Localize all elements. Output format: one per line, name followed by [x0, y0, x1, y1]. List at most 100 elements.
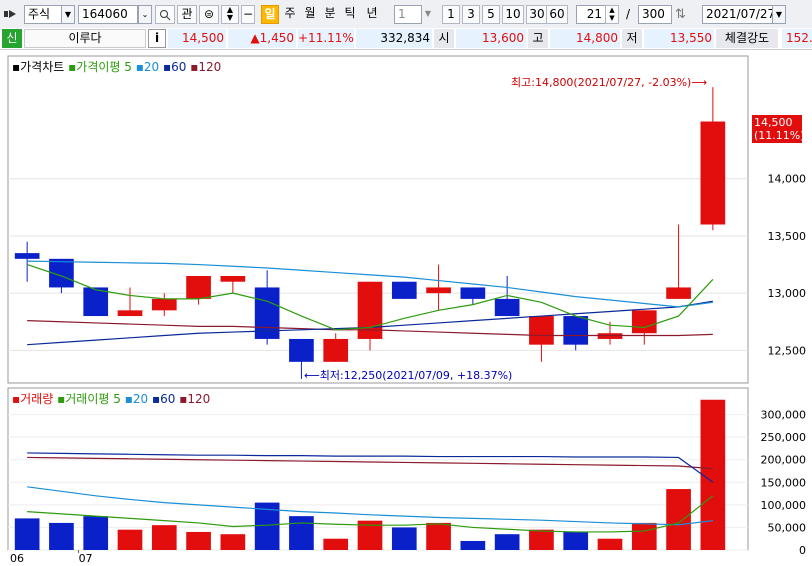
volume-bar — [49, 522, 74, 550]
current-price: 14,500 — [168, 29, 226, 48]
x-tick-label: 06 — [10, 552, 24, 565]
stock-name[interactable]: 이루다 — [24, 29, 146, 48]
chart-list-icon[interactable] — [4, 8, 20, 20]
navigate-icon[interactable]: ⊜ — [199, 5, 219, 24]
price-ma5-label: 5 — [124, 60, 132, 74]
candle-body — [563, 316, 589, 345]
code-input[interactable]: 164060 — [78, 5, 138, 24]
candle-body — [426, 287, 451, 294]
high-value: 14,800 — [550, 29, 620, 48]
max-count-input[interactable]: 300 — [638, 5, 672, 24]
price-legend: ▪가격차트 ▪가격이평 5 ▪20 ▪60 ▪120 — [12, 60, 222, 74]
slash-label: / — [626, 7, 631, 21]
volume-tick-label: 300,000 — [761, 409, 807, 422]
volume-tick-label: 100,000 — [761, 499, 807, 512]
price-tick-label: 13,500 — [768, 230, 807, 243]
volume-bar — [289, 516, 314, 550]
price-tick-label: 13,000 — [768, 287, 807, 300]
volume-bar — [460, 540, 486, 550]
change-percent: +11.11% — [298, 29, 354, 48]
high-label: 고 — [528, 29, 548, 48]
volume-tick-label: 0 — [799, 544, 806, 557]
tab-month[interactable]: 월 — [301, 5, 319, 24]
related-button[interactable]: 관 — [177, 5, 197, 24]
date-input[interactable]: 2021/07/27 — [702, 5, 774, 24]
candle-body — [117, 310, 143, 317]
credit-badge: 신 — [2, 29, 22, 48]
interval-1-button[interactable]: 1 — [442, 5, 460, 24]
chevron-down-icon[interactable]: ▼ — [772, 5, 786, 24]
chevron-down-icon[interactable]: ⌄ — [138, 5, 152, 24]
volume-tick-label: 250,000 — [761, 431, 807, 444]
price-tick-label: 14,000 — [768, 173, 807, 186]
price-ma60-label: 60 — [171, 60, 187, 74]
last-price-value: 14,500 — [754, 116, 793, 129]
volume-tick-label: 200,000 — [761, 454, 807, 467]
last-price-marker: 14,500 (11.11%) — [752, 115, 805, 143]
tab-week[interactable]: 주 — [281, 5, 299, 24]
tab-tick[interactable]: 틱 — [341, 5, 359, 24]
volume-bar — [186, 531, 211, 550]
interval-select[interactable]: 1 — [394, 5, 422, 24]
volume-bar — [494, 534, 520, 550]
volume-tick-label: 150,000 — [761, 476, 807, 489]
volume-bar — [117, 529, 143, 550]
tab-year[interactable]: 년 — [361, 5, 383, 24]
chevron-down-icon[interactable]: ▼ — [421, 5, 435, 24]
toolbar: 주식 ▼ 164060 ⌄ 관 ⊜ ▲ ▼ − 일 주 월 분 틱 년 1 ▼ 1… — [0, 0, 812, 29]
interval-30-button[interactable]: 30 — [526, 5, 548, 24]
interval-10-button[interactable]: 10 — [502, 5, 524, 24]
volume-tick-label: 50,000 — [768, 521, 807, 534]
strength-label: 체결강도 — [716, 29, 778, 48]
price-ma20-label: 20 — [143, 60, 160, 74]
low-annotation: ⟵최저:12,250(2021/07/09, +18.37%) — [304, 369, 513, 382]
volume-bar — [83, 516, 109, 550]
candle-body — [460, 287, 486, 299]
candle-body — [494, 298, 520, 317]
price-ma120-label: 120 — [198, 60, 222, 74]
price-ma-label: 가격이평 — [76, 60, 121, 74]
interval-5-button[interactable]: 5 — [482, 5, 500, 24]
volume-legend: ▪거래량 ▪거래이평 5 ▪20 ▪60 ▪120 — [12, 392, 211, 406]
refresh-icon[interactable]: ⇅ — [675, 7, 691, 23]
volume-ma5-label: 5 — [113, 392, 121, 406]
market-select[interactable]: 주식 — [24, 5, 62, 24]
volume-bar — [597, 538, 623, 550]
candle-body — [631, 310, 657, 334]
candle-body — [666, 287, 691, 299]
interval-3-button[interactable]: 3 — [462, 5, 480, 24]
volume-bar — [563, 531, 589, 550]
candle-body — [529, 316, 554, 345]
updown-icon[interactable]: ▲ ▼ — [221, 5, 239, 24]
tab-minute[interactable]: 분 — [321, 5, 339, 24]
minimize-icon[interactable]: − — [241, 5, 255, 24]
volume-value: 332,834 — [356, 29, 432, 48]
candle-body — [323, 338, 349, 362]
volume-bar — [151, 525, 177, 550]
volume-ma20-label: 20 — [132, 392, 149, 406]
volume-bar — [529, 529, 554, 550]
tab-day[interactable]: 일 — [261, 5, 279, 24]
volume-bar — [666, 489, 691, 550]
chevron-down-icon[interactable]: ▼ — [61, 5, 75, 24]
volume-bar — [700, 399, 726, 550]
volume-bar — [426, 522, 451, 550]
price-legend-title: 가격차트 — [20, 60, 65, 74]
volume-legend-title: 거래량 — [20, 392, 54, 406]
last-price-pct: (11.11%) — [754, 129, 805, 142]
interval-60-button[interactable]: 60 — [546, 5, 568, 24]
volume-bar — [391, 527, 417, 550]
info-button[interactable]: i — [148, 29, 166, 48]
count-input[interactable]: 21 — [576, 5, 606, 24]
price-tick-label: 12,500 — [768, 344, 807, 357]
candle-body — [220, 276, 246, 282]
chart-area[interactable]: 12,500 13,000 13,500 14,000 0 50,000 100,000 1… — [0, 50, 812, 566]
volume-ma-label: 거래이평 — [65, 392, 110, 406]
volume-bar — [323, 538, 349, 550]
high-annotation: 최고:14,800(2021/07/27, -2.03%)⟶ — [511, 76, 708, 89]
count-stepper[interactable]: ▲ ▼ — [605, 5, 619, 24]
low-label: 저 — [622, 29, 642, 48]
volume-ma60-label: 60 — [160, 392, 176, 406]
candle-body — [151, 298, 177, 311]
search-button[interactable] — [155, 5, 175, 24]
